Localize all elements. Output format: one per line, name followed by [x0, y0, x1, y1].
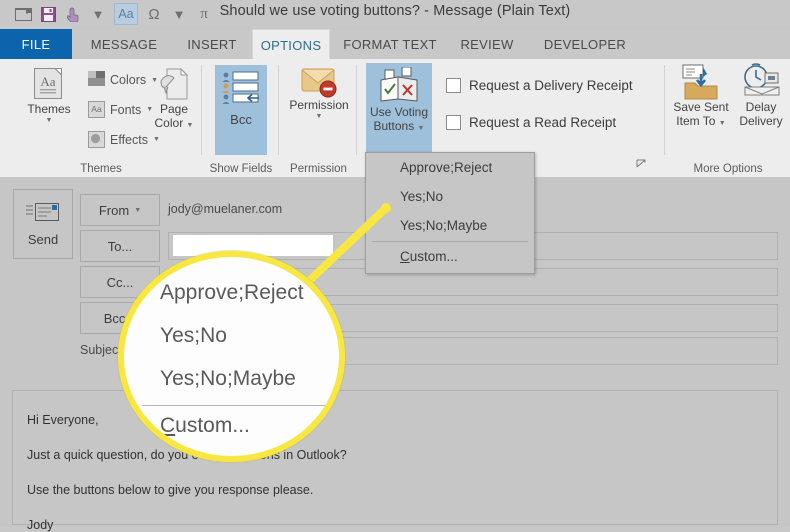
voting-label-line2: Buttons ▼ [373, 118, 425, 133]
save-sent-icon [682, 64, 718, 100]
group-separator [664, 65, 665, 155]
delivery-receipt-label: Request a Delivery Receipt [469, 78, 633, 93]
to-button[interactable]: To... [80, 230, 160, 262]
colors-button-label: Colors [110, 73, 147, 87]
effects-dropdown-icon[interactable]: ▼ [153, 136, 160, 143]
body-line-3: Use the buttons below to give you respon… [27, 483, 314, 497]
to-button-label: To... [107, 238, 133, 254]
menu-item-approve-reject[interactable]: Approve;Reject [366, 153, 534, 182]
tab-message[interactable]: MESSAGE [82, 29, 166, 59]
tab-format-text[interactable]: FORMAT TEXT [338, 29, 442, 59]
bcc-button-label: Bcc [230, 112, 252, 127]
from-dropdown-icon[interactable]: ▼ [134, 207, 141, 214]
save-sent-item-to-button[interactable]: Save Sent Item To ▼ [670, 63, 732, 128]
magnified-item-custom: Custom... [160, 414, 250, 437]
menu-item-yes-no-maybe[interactable]: Yes;No;Maybe [366, 211, 534, 240]
page-color-label-line2: Color ▼ [154, 115, 194, 130]
ribbon-group-show-fields: Bcc Show Fields [203, 59, 279, 177]
permission-button[interactable]: Permission ▼ [282, 65, 356, 120]
fonts-button-label: Fonts [110, 102, 142, 117]
more-options-group-label: More Options [693, 163, 763, 175]
menu-item-yes-no[interactable]: Yes;No [366, 182, 534, 211]
cc-button-label: Cc... [106, 274, 134, 290]
voting-label-line1: Use Voting [369, 105, 429, 119]
svg-text:Aa: Aa [40, 74, 55, 89]
themes-button-label: Themes [27, 102, 71, 116]
tracking-dialog-launcher[interactable] [636, 159, 647, 173]
tab-file[interactable]: FILE [0, 29, 72, 59]
delay-delivery-button[interactable]: Delay Delivery [734, 63, 788, 128]
magnified-item-yes-no-maybe: Yes;No;Maybe [160, 367, 296, 390]
read-receipt-checkbox[interactable] [446, 115, 461, 130]
body-line-1: Hi Everyone, [27, 413, 99, 427]
save-sent-label-line2: Item To ▼ [676, 113, 726, 128]
permission-group-label: Permission [290, 163, 347, 175]
effects-button[interactable]: Effects ▼ [88, 131, 160, 148]
permission-dropdown-icon[interactable]: ▼ [316, 113, 323, 120]
permission-icon [301, 68, 337, 98]
magnified-item-yes-no: Yes;No [160, 324, 227, 347]
page-color-dropdown-icon[interactable]: ▼ [187, 122, 194, 129]
request-delivery-receipt-row[interactable]: Request a Delivery Receipt [446, 78, 633, 93]
read-receipt-label: Request a Read Receipt [469, 115, 617, 130]
send-icon [26, 203, 59, 221]
from-button-label: From [98, 202, 130, 218]
delay-delivery-label-line1: Delay [745, 100, 777, 114]
page-color-button[interactable]: Page Color ▼ [146, 65, 202, 130]
subject-label: Subject [80, 343, 122, 357]
colors-icon [88, 71, 105, 89]
menu-item-custom[interactable]: Custom... [366, 242, 534, 270]
save-sent-label-line1: Save Sent [673, 100, 729, 114]
show-fields-group-label: Show Fields [209, 163, 273, 175]
bcc-button[interactable]: Bcc [215, 65, 267, 155]
ribbon-tab-strip: FILE MESSAGE INSERT OPTIONS FORMAT TEXT … [0, 29, 790, 61]
fonts-icon: Aa [88, 101, 105, 118]
voting-buttons-icon [380, 67, 418, 102]
send-button[interactable]: Send [13, 189, 73, 259]
delivery-receipt-checkbox[interactable] [446, 78, 461, 93]
voting-buttons-dropdown-menu[interactable]: Approve;Reject Yes;No Yes;No;Maybe Custo… [365, 152, 535, 274]
tab-developer[interactable]: DEVELOPER [532, 29, 638, 59]
magnified-divider [142, 405, 337, 406]
magnified-item-approve-reject: Approve;Reject [160, 281, 304, 304]
themes-icon: Aa [34, 68, 62, 99]
body-line-4: Jody [27, 518, 54, 532]
effects-icon [88, 131, 105, 148]
request-read-receipt-row[interactable]: Request a Read Receipt [446, 115, 616, 130]
group-separator [278, 65, 279, 155]
save-sent-dropdown-icon[interactable]: ▼ [719, 120, 726, 127]
from-value: jody@muelaner.com [168, 202, 283, 216]
from-button[interactable]: From ▼ [80, 194, 160, 226]
title-bar: ▼ Aa Ω ▼ π ⎯ Should we use voting button… [0, 0, 790, 28]
bcc-icon [222, 71, 259, 104]
outlook-message-window: ▼ Aa Ω ▼ π ⎯ Should we use voting button… [0, 0, 790, 532]
tab-review[interactable]: REVIEW [452, 29, 522, 59]
themes-group-label: Themes [80, 163, 122, 175]
page-color-icon [160, 67, 189, 100]
menu-item-custom-rest: ustom... [409, 248, 458, 264]
message-body[interactable]: Hi Everyone, Just a quick question, do y… [12, 390, 778, 532]
window-title: Should we use voting buttons? - Message … [219, 3, 571, 19]
page-color-label-line1: Page [159, 102, 189, 116]
group-separator [356, 65, 357, 155]
permission-button-label: Permission [289, 98, 349, 112]
delay-delivery-label-line2: Delivery [739, 113, 783, 128]
use-voting-buttons-button[interactable]: Use Voting Buttons ▼ [366, 63, 432, 157]
themes-button[interactable]: Aa Themes ▼ [18, 65, 80, 124]
delay-delivery-icon [744, 63, 780, 96]
ribbon-group-themes: Aa Themes ▼ Colors ▼ Aa Fonts ▼ Effects … [0, 59, 202, 177]
voting-dropdown-icon[interactable]: ▼ [418, 125, 425, 132]
themes-dropdown-icon[interactable]: ▼ [46, 117, 53, 124]
tab-options[interactable]: OPTIONS [252, 29, 330, 61]
tab-insert[interactable]: INSERT [178, 29, 246, 59]
group-separator [201, 65, 202, 155]
menu-item-custom-accel: C [400, 248, 410, 264]
send-button-label: Send [27, 232, 59, 247]
ribbon-group-permission: Permission ▼ Permission [280, 59, 357, 177]
effects-button-label: Effects [110, 132, 148, 147]
ribbon-group-more-options: Save Sent Item To ▼ Delay Delivery More … [666, 59, 790, 177]
fonts-button[interactable]: Aa Fonts ▼ [88, 101, 153, 118]
magnified-menu-callout: Approve;Reject Yes;No Yes;No;Maybe Custo… [118, 251, 345, 462]
